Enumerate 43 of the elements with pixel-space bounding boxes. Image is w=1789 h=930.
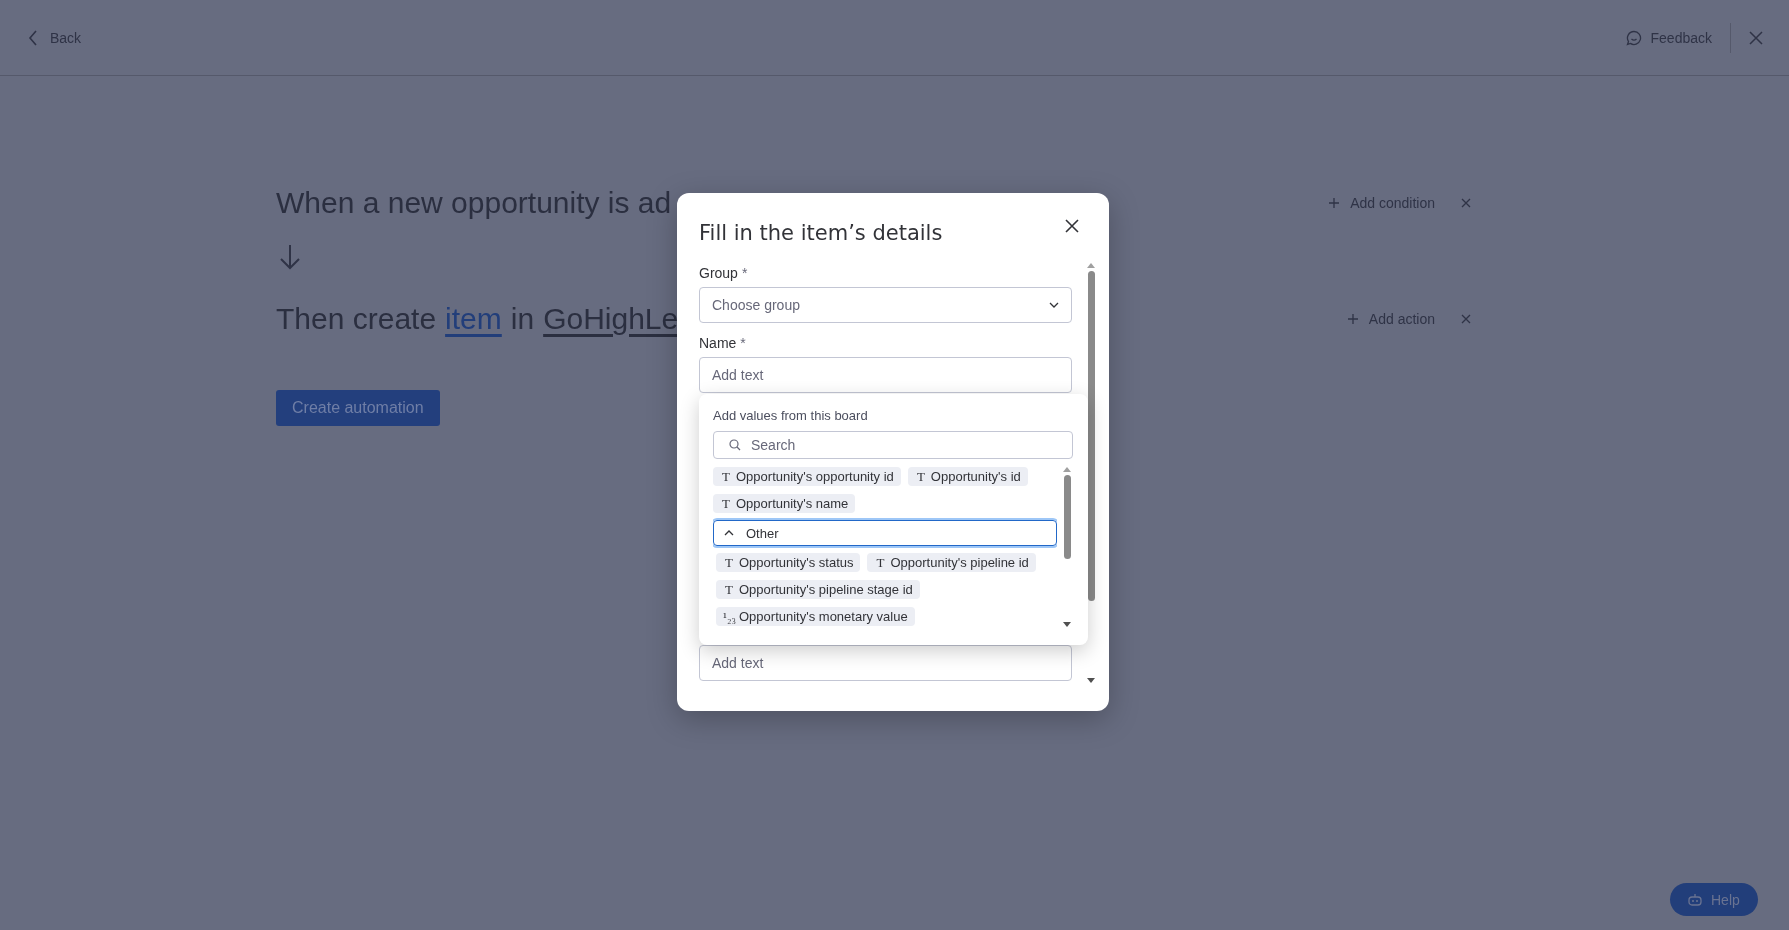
remove-button[interactable] [1461, 198, 1471, 208]
action-sentence: Then create [276, 302, 437, 336]
close-icon [1461, 198, 1471, 208]
action-sentence: in [510, 302, 535, 336]
plus-icon [1329, 198, 1340, 208]
popup-title: Add values from this board [713, 408, 869, 423]
column-chip[interactable]: T Opportunity's opportunity id [713, 467, 901, 486]
search-field[interactable]: Search [713, 431, 1073, 459]
arrow-down-icon [279, 244, 301, 270]
required-mark: * [740, 335, 746, 351]
search-icon [729, 439, 741, 451]
column-chip[interactable]: ¹₂₃ Opportunity's monetary value [716, 607, 915, 626]
close-icon [1065, 219, 1079, 233]
input-field[interactable]: Add text [699, 357, 1072, 393]
chat-bubble-icon [1625, 29, 1642, 46]
scroll-down-icon[interactable] [1063, 622, 1071, 627]
scrollbar[interactable] [1062, 467, 1072, 627]
close-icon [1461, 314, 1471, 324]
column-chip[interactable]: T Opportunity's name [713, 494, 856, 513]
plus-icon [1347, 314, 1358, 324]
remove-button[interactable] [1461, 314, 1471, 324]
field-label: Name [699, 335, 737, 351]
group-dropdown[interactable]: Choose group [699, 287, 1072, 323]
chevron-left-icon [28, 29, 38, 46]
scroll-up-icon[interactable] [1087, 263, 1095, 268]
trigger-sentence: When a new opportunity is ad [276, 186, 672, 220]
chevron-icon [724, 530, 734, 536]
robot-icon [1688, 893, 1702, 906]
column-chip[interactable]: T Opportunity's pipeline id [867, 553, 1036, 572]
field-label: Group [699, 265, 738, 281]
close-icon [1749, 30, 1763, 45]
scrollbar[interactable] [1086, 263, 1096, 683]
scroll-down-icon[interactable] [1087, 678, 1095, 683]
column-chip[interactable]: T Opportunity's id [907, 467, 1028, 486]
input-field[interactable]: Add text [699, 645, 1072, 681]
close-button[interactable] [1065, 219, 1079, 233]
dialog-title: Fill in the item’s details [699, 221, 943, 245]
group-header[interactable]: Other [713, 520, 1057, 546]
chevron-down-icon [1049, 302, 1059, 308]
required-mark: * [741, 265, 748, 281]
column-chip[interactable]: T Opportunity's pipeline stage id [716, 580, 920, 599]
column-chip[interactable]: T Opportunity's status [716, 553, 861, 572]
scroll-up-icon[interactable] [1063, 467, 1071, 472]
